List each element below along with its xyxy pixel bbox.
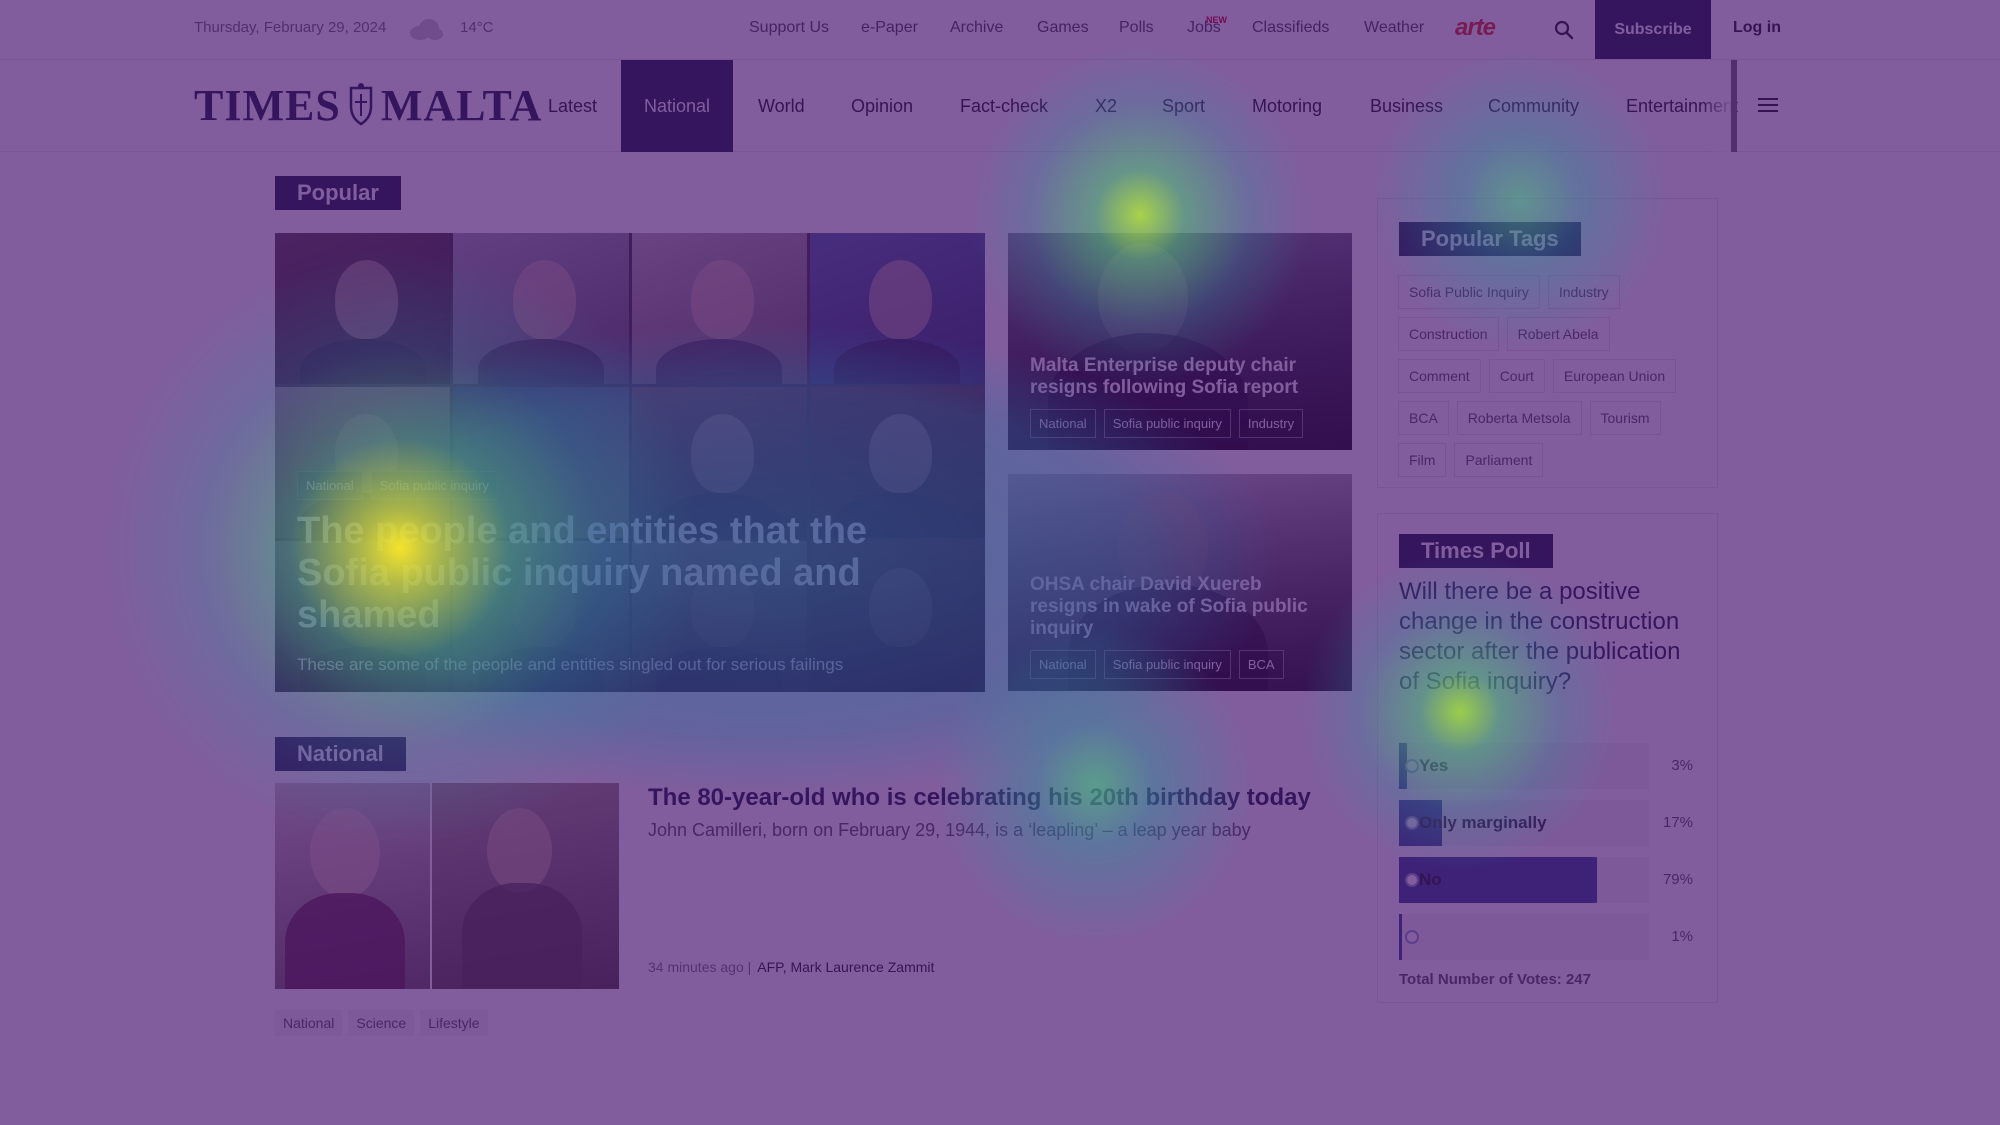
story-timestamp: 34 minutes ago | [648,959,752,975]
poll-option[interactable]: Only marginally 17% [1399,800,1693,846]
nav-fact-check[interactable]: Fact-check [937,60,1071,152]
side-story-tags: National Sofia public inquiry BCA [1030,650,1284,679]
popular-tag[interactable]: Court [1488,359,1545,393]
new-badge: NEW [1206,15,1227,25]
poll-option-percent: 79% [1662,871,1693,888]
popular-tags-list: Sofia Public Inquiry Industry Constructi… [1398,275,1698,477]
nav-latest[interactable]: Latest [525,60,620,152]
side-story-title[interactable]: OHSA chair David Xuereb resigns in wake … [1030,574,1330,640]
logo-text-right: MALTA [380,81,543,130]
tag-sofia-public-inquiry[interactable]: Sofia public inquiry [1103,409,1231,438]
nav-opinion[interactable]: Opinion [828,60,936,152]
poll-option-percent: 17% [1662,814,1693,831]
national-story-meta: 34 minutes ago | AFP, Mark Laurence Zammi… [648,959,934,975]
side-story-title[interactable]: Malta Enterprise deputy chair resigns fo… [1030,355,1330,399]
nav-world[interactable]: World [735,60,828,152]
poll-question: Will there be a positive change in the c… [1399,578,1681,695]
weather-link[interactable]: Weather [1364,19,1424,37]
main-story-subtitle: These are some of the people and entitie… [297,655,844,674]
popular-tags-heading: Popular Tags [1399,222,1581,256]
tag-industry[interactable]: Industry [1238,409,1304,438]
nav-x2[interactable]: X2 [1072,60,1140,152]
poll-bar [1399,914,1402,960]
popular-heading: Popular [275,176,401,210]
tag-bca[interactable]: BCA [1238,650,1284,679]
nav-business[interactable]: Business [1347,60,1466,152]
support-us-link[interactable]: Support Us [749,19,829,37]
nav-motoring[interactable]: Motoring [1229,60,1345,152]
tag-lifestyle[interactable]: Lifestyle [420,1010,488,1036]
national-heading: National [275,737,406,771]
national-story-subtitle: John Camilleri, born on February 29, 194… [648,820,1251,840]
popular-tag[interactable]: Sofia Public Inquiry [1398,275,1540,309]
tag-national[interactable]: National [275,1010,343,1036]
radio-icon[interactable] [1405,873,1419,887]
popular-tag[interactable]: Industry [1547,275,1620,309]
national-story-tags: National Science Lifestyle [275,1010,488,1036]
poll-option[interactable]: 1% [1399,914,1693,960]
poll-option-label: Only marginally [1419,813,1547,832]
radio-icon[interactable] [1405,930,1419,944]
poll-option[interactable]: No 79% [1399,857,1693,903]
tag-sofia-public-inquiry[interactable]: Sofia public inquiry [1103,650,1231,679]
side-story-tags: National Sofia public inquiry Industry [1030,409,1304,438]
popular-tag[interactable]: European Union [1552,359,1677,393]
story-authors[interactable]: AFP, Mark Laurence Zammit [757,959,934,975]
logo-text-left: TIMES [194,81,341,130]
main-nav: TIMES MALTA Latest National World Opinio… [0,60,2000,152]
main-story-card[interactable]: National Sofia public inquiry The people… [275,233,985,692]
poll-heading: Times Poll [1399,534,1553,568]
current-date: Thursday, February 29, 2024 [194,19,387,36]
poll-option-percent: 1% [1671,928,1693,945]
nav-scrollbar[interactable] [1731,60,1737,152]
poll-option[interactable]: Yes 3% [1399,743,1693,789]
nav-national[interactable]: National [621,60,734,152]
nav-entertainment[interactable]: Entertainment [1603,60,1761,152]
side-story-card[interactable]: OHSA chair David Xuereb resigns in wake … [1008,474,1352,691]
hamburger-menu-icon[interactable] [1758,90,1778,120]
poll-option-label: Yes [1419,756,1449,775]
arte-logo[interactable]: arte [1455,14,1496,42]
poll-option-label: No [1419,870,1442,889]
tag-sofia-public-inquiry[interactable]: Sofia public inquiry [370,471,498,500]
popular-tag[interactable]: Roberta Metsola [1456,401,1582,435]
search-icon[interactable] [1553,19,1575,41]
popular-tag[interactable]: Film [1398,443,1447,477]
main-story-tags: National Sofia public inquiry [297,471,498,500]
top-bar: Thursday, February 29, 2024 14°C Support… [0,0,2000,60]
crest-icon [349,83,373,126]
tag-science[interactable]: Science [348,1010,415,1036]
archive-link[interactable]: Archive [950,19,1003,37]
main-story-title[interactable]: The people and entities that the Sofia p… [297,510,937,636]
temperature: 14°C [460,19,494,36]
radio-icon[interactable] [1405,816,1419,830]
subscribe-button[interactable]: Subscribe [1595,0,1711,59]
popular-tag[interactable]: Tourism [1589,401,1661,435]
popular-tag[interactable]: Construction [1398,317,1499,351]
games-link[interactable]: Games [1037,19,1089,37]
poll-total-votes: Total Number of Votes: 247 [1399,971,1591,988]
popular-tag[interactable]: Robert Abela [1506,317,1610,351]
side-story-card[interactable]: Malta Enterprise deputy chair resigns fo… [1008,233,1352,450]
classifieds-link[interactable]: Classifieds [1252,19,1329,37]
national-story-title[interactable]: The 80-year-old who is celebrating his 2… [648,784,1311,812]
radio-icon[interactable] [1405,759,1419,773]
popular-tag[interactable]: Parliament [1454,443,1544,477]
national-story-image[interactable] [275,783,619,989]
nav-community[interactable]: Community [1465,60,1602,152]
login-link[interactable]: Log in [1733,19,1781,37]
polls-link[interactable]: Polls [1119,19,1154,37]
poll-option-percent: 3% [1671,757,1693,774]
times-malta-logo[interactable]: TIMES MALTA [194,80,542,131]
tag-national[interactable]: National [297,471,363,500]
tag-national[interactable]: National [1030,650,1096,679]
tag-national[interactable]: National [1030,409,1096,438]
popular-tag[interactable]: BCA [1398,401,1449,435]
epaper-link[interactable]: e-Paper [861,19,918,37]
nav-sport[interactable]: Sport [1139,60,1228,152]
cloud-icon [410,19,443,40]
popular-tag[interactable]: Comment [1398,359,1481,393]
